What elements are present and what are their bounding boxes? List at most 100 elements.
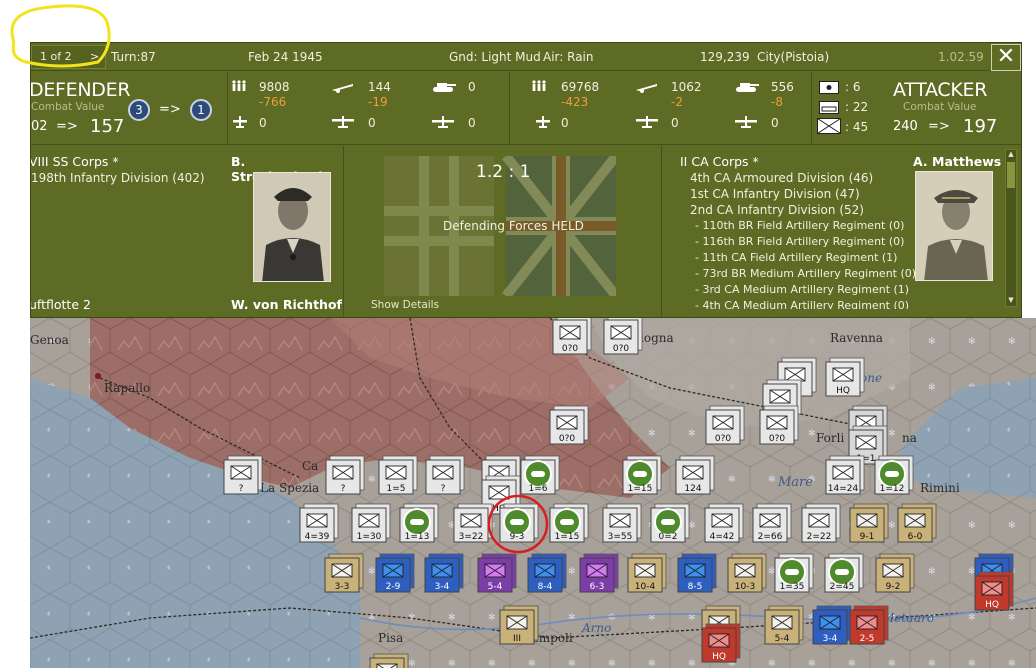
heavy-bomber-icon xyxy=(431,115,455,132)
unit-counter[interactable]: 5-4 xyxy=(764,605,804,645)
unit-counter[interactable]: 2=22 xyxy=(801,503,841,543)
unit-counter[interactable]: 5-4 xyxy=(477,553,517,593)
unit-counter[interactable]: 6-3 xyxy=(579,553,619,593)
unit-counter[interactable]: 10-3 xyxy=(727,553,767,593)
attacker-subunit-item[interactable]: - 110th BR Field Artillery Regiment (0) xyxy=(695,219,904,232)
city-label-la-spezia: La Spezia xyxy=(260,481,319,495)
unit-counter[interactable]: ? xyxy=(325,455,365,495)
defender-air-commander-name: W. von Richthof xyxy=(231,297,342,312)
city-label-rapallo: Rapallo xyxy=(104,381,150,395)
attacker-division-item[interactable]: 2nd CA Infantry Division (52) xyxy=(690,203,864,217)
attacker-tanks: 556 xyxy=(771,80,794,94)
unit-counter[interactable]: ? xyxy=(425,455,465,495)
unit-counter-label: 14=24 xyxy=(828,484,859,494)
unit-counter-label: 2=66 xyxy=(758,532,783,542)
unit-counter[interactable]: 0?0 xyxy=(552,318,592,355)
strategic-map[interactable]: ✻ Genoa Rapallo xyxy=(30,318,1036,668)
unit-counter-label: HQ xyxy=(836,386,850,396)
unit-counter[interactable]: 1=30 xyxy=(351,503,391,543)
unit-counter[interactable]: 3-4 xyxy=(812,605,852,645)
unit-counter[interactable]: 9-3 xyxy=(499,503,539,543)
attacker-air-1: 0 xyxy=(561,116,569,130)
unit-counter[interactable]: 10-4 xyxy=(627,553,667,593)
unit-counter[interactable]: 1=6 xyxy=(520,455,560,495)
unit-counter[interactable]: 8-5 xyxy=(677,553,717,593)
unit-counter[interactable]: 9-1 xyxy=(849,503,889,543)
unit-counter[interactable]: HQ xyxy=(974,571,1014,611)
scroll-up-icon[interactable]: ▲ xyxy=(1007,151,1015,158)
infantry-icon xyxy=(231,80,247,95)
attacker-division-item[interactable]: 1st CA Infantry Division (47) xyxy=(690,187,860,201)
unit-counter[interactable]: III xyxy=(499,605,539,645)
unit-counter[interactable]: 0?0 xyxy=(705,405,745,445)
river-label-arno: Arno xyxy=(581,621,611,635)
attacker-subunit-item[interactable]: - 4th CA Medium Artillery Regiment (0) xyxy=(695,299,909,309)
tank-icon xyxy=(734,81,760,96)
unit-counter[interactable]: 1=35 xyxy=(774,553,814,593)
defender-tanks: 0 xyxy=(468,80,476,94)
unit-counter[interactable]: 1=13 xyxy=(399,503,439,543)
unit-counter[interactable]: 2=45 xyxy=(824,553,864,593)
scroll-down-icon[interactable]: ▼ xyxy=(1007,297,1015,304)
attacker-units-panel: II CA Corps * A. Matthews 4th CA Armoure… xyxy=(662,146,1007,317)
unit-list-scrollbar[interactable]: ▲ ▼ xyxy=(1005,149,1017,307)
unit-counter-label: 2-9 xyxy=(386,582,401,592)
unit-counter-label: 9-3 xyxy=(510,532,525,542)
unit-counter-label: ? xyxy=(341,484,346,494)
artillery-icon xyxy=(635,81,659,96)
defender-division-item[interactable]: 198th Infantry Division (402) xyxy=(31,171,205,185)
unit-counter[interactable]: 1=15 xyxy=(549,503,589,543)
combat-results-panel: 1 of 2 > Turn:87 Feb 24 1945 Gnd: Light … xyxy=(30,42,1022,318)
unit-counter[interactable]: 1=15 xyxy=(622,455,662,495)
unit-counter[interactable]: 0?0 xyxy=(603,318,643,355)
unit-counter[interactable]: HQ xyxy=(825,357,865,397)
unit-counter[interactable]: 2-9 xyxy=(375,553,415,593)
unit-counter[interactable]: 1=12 xyxy=(874,455,914,495)
unit-counter-label: 1=15 xyxy=(555,532,580,542)
attacker-subunit-item[interactable]: - 3rd CA Medium Artillery Regiment (1) xyxy=(695,283,909,296)
attacker-commander-portrait xyxy=(915,171,993,281)
unit-counter[interactable]: 0?0 xyxy=(759,405,799,445)
unit-counter[interactable]: 4=42 xyxy=(704,503,744,543)
unit-counter[interactable]: HQ xyxy=(701,623,741,663)
highlight-annotation xyxy=(10,4,111,68)
unit-counter[interactable]: 8-4 xyxy=(527,553,567,593)
unit-counter-label: 1=13 xyxy=(405,532,430,542)
unit-counter-label: 1=15 xyxy=(628,484,653,494)
hq-count-icon xyxy=(819,101,839,117)
attacker-subunit-item[interactable]: - 11th CA Field Artillery Regiment (1) xyxy=(695,251,897,264)
unit-counter[interactable]: 0=2 xyxy=(650,503,690,543)
attacker-misc-1: : 6 xyxy=(845,80,861,94)
game-screen: ✻ Genoa Rapallo xyxy=(0,0,1036,668)
scroll-thumb[interactable] xyxy=(1007,162,1015,188)
attacker-corps-name[interactable]: II CA Corps * xyxy=(680,154,759,169)
unit-counter[interactable]: 2=66 xyxy=(752,503,792,543)
unit-counter[interactable]: 3-3 xyxy=(324,553,364,593)
unit-counter[interactable]: 0?0 xyxy=(549,405,589,445)
unit-counter[interactable]: 124 xyxy=(675,455,715,495)
fighter-icon xyxy=(231,115,249,132)
attacker-subunit-item[interactable]: - 116th BR Field Artillery Regiment (0) xyxy=(695,235,904,248)
unit-counter-label: 4=42 xyxy=(710,532,735,542)
show-details-link[interactable]: Show Details xyxy=(371,299,439,311)
attacker-division-item[interactable]: 4th CA Armoured Division (46) xyxy=(690,171,873,185)
unit-counter[interactable]: 3=55 xyxy=(602,503,642,543)
unit-count-icon xyxy=(819,81,839,97)
unit-counter[interactable]: 6-0 xyxy=(897,503,937,543)
unit-counter[interactable]: 2-5 xyxy=(849,605,889,645)
unit-counter[interactable]: 3-4 xyxy=(424,553,464,593)
unit-counter[interactable]: ? xyxy=(223,455,263,495)
unit-counter-label: 1=5 xyxy=(387,484,406,494)
unit-counter[interactable]: 1=5 xyxy=(378,455,418,495)
unit-counter-label: 10-4 xyxy=(635,582,656,592)
close-button[interactable]: ✕ xyxy=(991,44,1021,71)
unit-counter[interactable]: 4=39 xyxy=(299,503,339,543)
defender-corps-name[interactable]: VIII SS Corps * xyxy=(31,154,119,169)
defender-air-corps-name[interactable]: uftflotte 2 xyxy=(31,297,91,312)
attacker-subunit-item[interactable]: - 73rd BR Medium Artillery Regiment (0) xyxy=(695,267,916,280)
unit-counter[interactable]: 14=24 xyxy=(825,455,865,495)
unit-counter[interactable]: XX xyxy=(369,653,409,668)
unit-counter[interactable]: 9-2 xyxy=(875,553,915,593)
unit-counter[interactable]: 3=22 xyxy=(453,503,493,543)
defender-air-2: 0 xyxy=(368,116,376,130)
